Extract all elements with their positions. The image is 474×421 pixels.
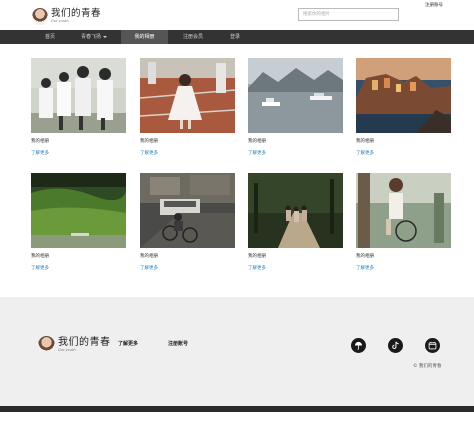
album-title: 我的相册 — [248, 139, 266, 144]
learn-more-link[interactable]: 了解更多 — [31, 266, 126, 272]
album-title: 我的相册 — [248, 254, 266, 259]
site-footer: 我们的青春 Our youth 了解更多 注册账号 © 我们的青春 — [0, 297, 474, 406]
site-logo[interactable]: 我们的青春 Our youth — [32, 6, 102, 26]
album-thumbnail[interactable] — [140, 58, 235, 133]
album-thumbnail[interactable] — [248, 58, 343, 133]
album-thumbnail[interactable] — [356, 173, 451, 248]
logo-subtitle: Our youth — [51, 18, 69, 23]
nav-item-album[interactable]: 我的相册 — [121, 30, 168, 44]
album-title: 我的相册 — [356, 139, 374, 144]
album-title: 我的相册 — [356, 254, 374, 259]
tiktok-icon[interactable] — [388, 338, 403, 353]
album-title: 我的相册 — [140, 139, 158, 144]
learn-more-link[interactable]: 了解更多 — [248, 266, 343, 272]
nav-item-home[interactable]: 首页 — [32, 30, 68, 44]
footer-logo-title: 我们的青春 — [58, 336, 111, 348]
album-card: 我的相册 了解更多 — [248, 173, 343, 272]
main-nav: 首页 青春飞扬 我的相册 注册会员 登录 — [0, 30, 474, 44]
calendar-icon[interactable] — [425, 338, 440, 353]
learn-more-link[interactable]: 了解更多 — [356, 151, 451, 157]
nav-item-register[interactable]: 注册会员 — [173, 30, 213, 44]
footer-logo[interactable]: 我们的青春 Our youth — [38, 336, 111, 354]
album-thumbnail[interactable] — [356, 58, 451, 133]
learn-more-link[interactable]: 了解更多 — [140, 266, 235, 272]
album-card: 我的相册 了解更多 — [356, 173, 451, 272]
album-card: 我的相册 了解更多 — [140, 58, 235, 157]
nav-item-youth-label: 青春飞扬 — [80, 34, 101, 40]
learn-more-link[interactable]: 了解更多 — [248, 151, 343, 157]
bottom-bar — [0, 406, 474, 412]
album-card: 我的相册 了解更多 — [356, 58, 451, 157]
album-title: 我的相册 — [31, 254, 49, 259]
album-card: 我的相册 了解更多 — [31, 58, 126, 157]
album-title: 我的相册 — [31, 139, 49, 144]
search-input[interactable]: 搜索你的相片 — [298, 8, 399, 21]
chevron-down-icon — [103, 35, 107, 38]
album-title: 我的相册 — [140, 254, 158, 259]
footer-register-link[interactable]: 注册账号 — [168, 340, 188, 347]
copyright-text: © 我们的青春 — [413, 364, 442, 369]
album-thumbnail[interactable] — [31, 173, 126, 248]
learn-more-link[interactable]: 了解更多 — [31, 151, 126, 157]
album-card: 我的相册 了解更多 — [248, 58, 343, 157]
album-card: 我的相册 了解更多 — [140, 173, 235, 272]
logo-avatar-icon — [32, 7, 48, 25]
nav-item-login[interactable]: 登录 — [218, 30, 252, 44]
album-thumbnail[interactable] — [248, 173, 343, 248]
album-thumbnail[interactable] — [31, 58, 126, 133]
album-thumbnail[interactable] — [140, 173, 235, 248]
footer-learn-more-link[interactable]: 了解更多 — [118, 340, 138, 347]
album-card: 我的相册 了解更多 — [31, 173, 126, 272]
umbrella-icon[interactable] — [351, 338, 366, 353]
site-header: 我们的青春 Our youth 搜索你的相片 注册账号 — [0, 0, 474, 30]
logo-text: 我们的青春 Our youth — [51, 9, 101, 23]
learn-more-link[interactable]: 了解更多 — [140, 151, 235, 157]
register-link[interactable]: 注册账号 — [425, 2, 443, 8]
nav-item-youth[interactable]: 青春飞扬 — [73, 30, 115, 44]
footer-logo-text: 我们的青春 Our youth — [58, 336, 111, 353]
learn-more-link[interactable]: 了解更多 — [356, 266, 451, 272]
footer-logo-subtitle: Our youth — [58, 347, 76, 352]
logo-title: 我们的青春 — [51, 8, 102, 19]
logo-avatar-icon — [38, 336, 55, 354]
